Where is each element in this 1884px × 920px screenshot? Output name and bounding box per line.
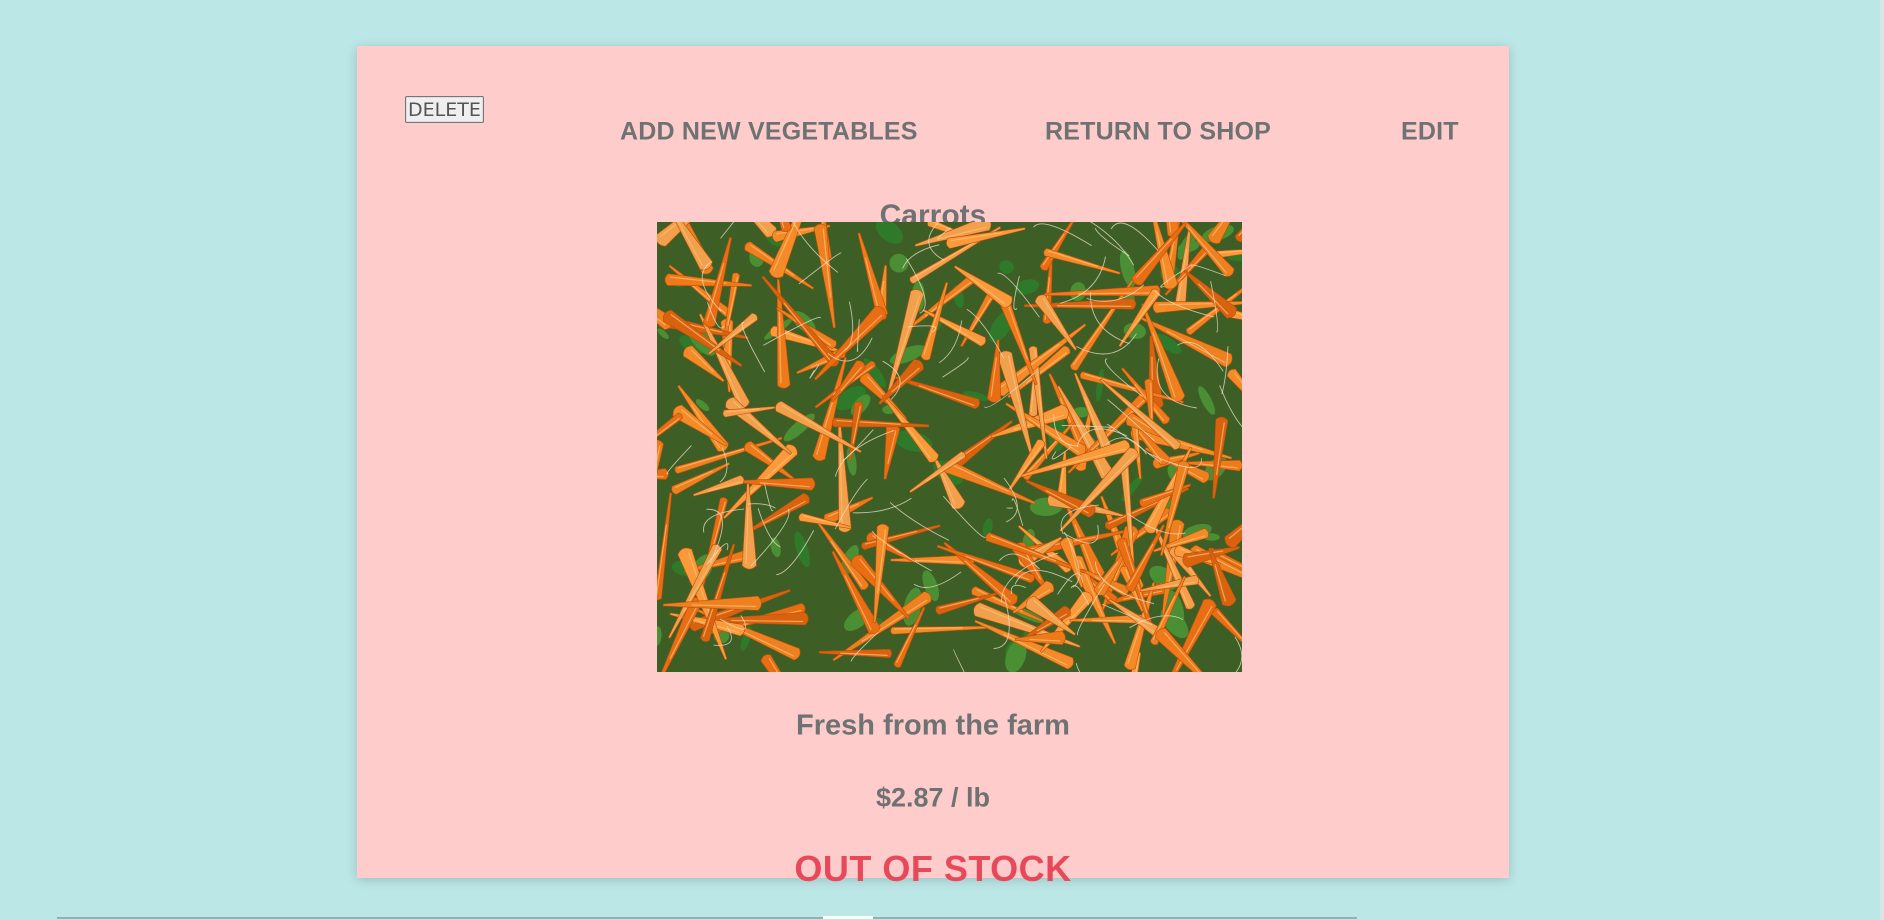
product-description: Fresh from the farm: [796, 709, 1070, 742]
product-card: DELETE ADD NEW VEGETABLES RETURN TO SHOP…: [357, 46, 1509, 887]
edit-link[interactable]: EDIT: [1401, 118, 1459, 147]
delete-button[interactable]: DELETE: [405, 96, 484, 123]
add-new-vegetables-link[interactable]: ADD NEW VEGETABLES: [620, 118, 918, 147]
product-price: $2.87 / lb: [875, 782, 991, 813]
scrollbar[interactable]: [1880, 0, 1884, 920]
return-to-shop-link[interactable]: RETURN TO SHOP: [1045, 118, 1271, 147]
product-image: [657, 222, 1242, 672]
carrots-photo: [657, 222, 1242, 672]
bottom-divider: [57, 917, 1357, 919]
bottom-marker: [823, 916, 873, 919]
stock-status: OUT OF STOCK: [794, 848, 1072, 889]
top-nav: DELETE ADD NEW VEGETABLES RETURN TO SHOP…: [357, 46, 1509, 166]
